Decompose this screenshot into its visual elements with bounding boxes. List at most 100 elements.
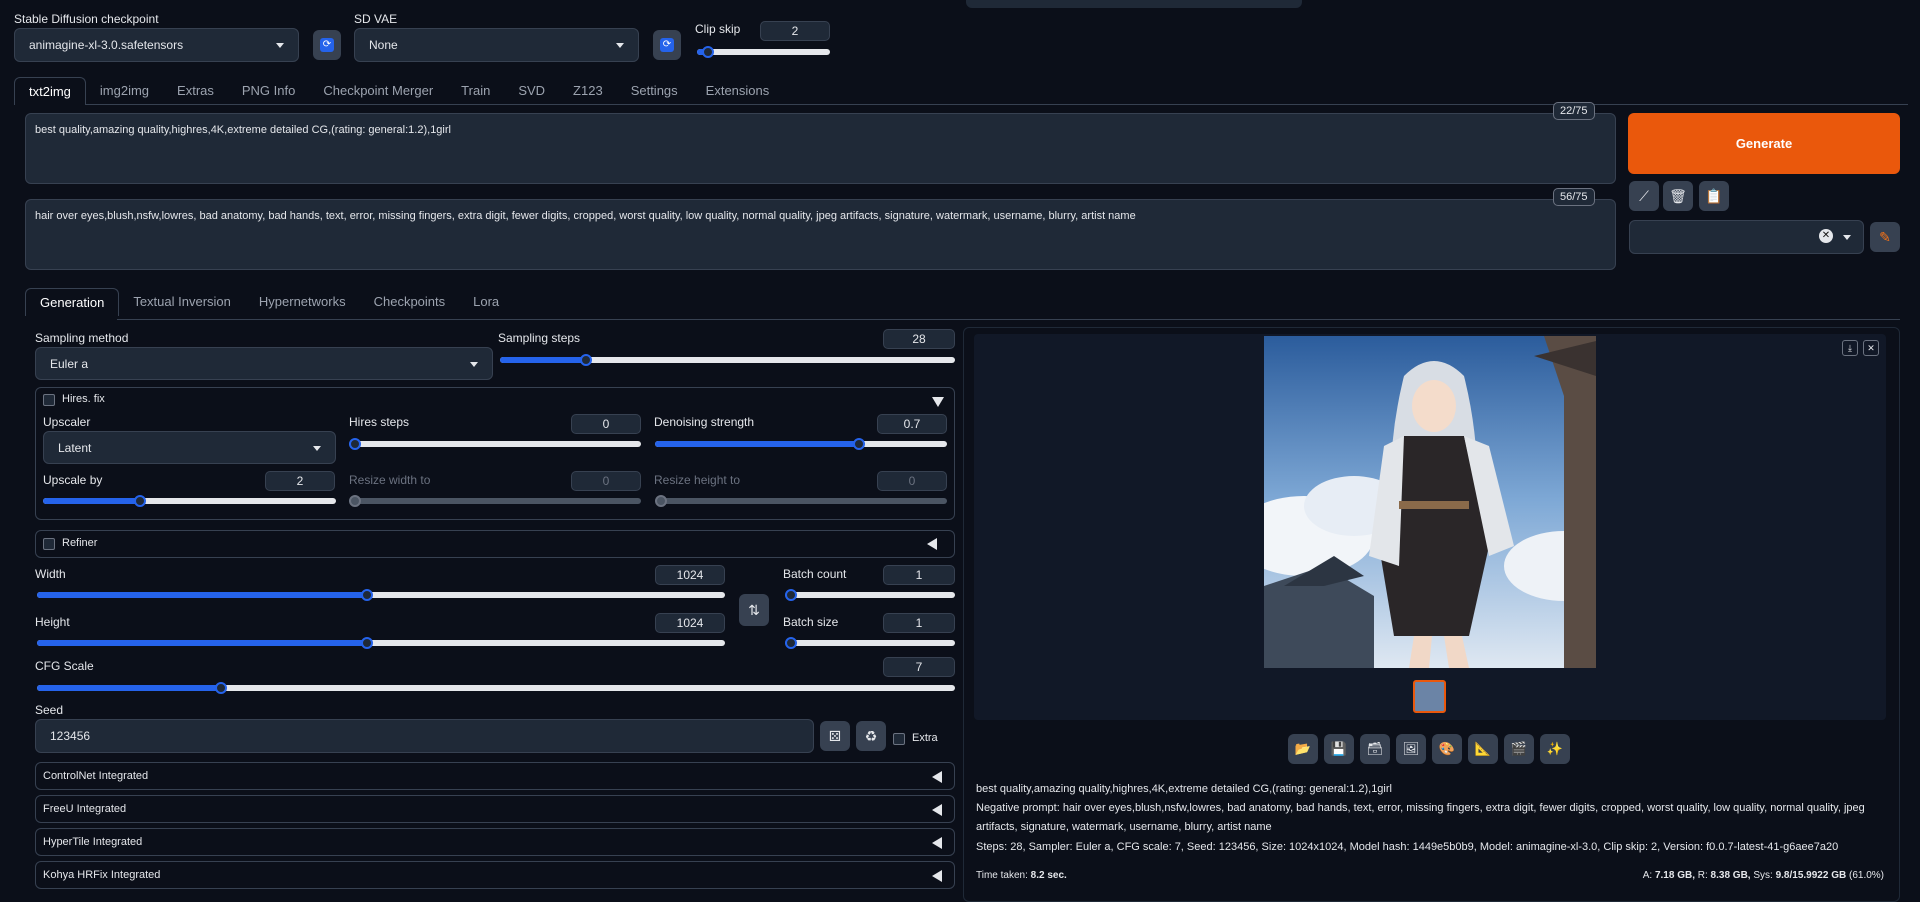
hires-steps-input[interactable]: 0 [571, 414, 641, 434]
time-value: 8.2 sec. [1030, 870, 1067, 881]
tab-settings[interactable]: Settings [617, 77, 692, 105]
sampling-steps-input[interactable]: 28 [883, 329, 955, 349]
extra-seed-label: Extra [912, 732, 938, 744]
refresh-icon: ⟳ [320, 38, 334, 52]
expand-icon[interactable] [927, 538, 937, 550]
width-input[interactable]: 1024 [655, 565, 725, 585]
memory-usage: A: 7.18 GB, R: 8.38 GB, Sys: 9.8/15.9922… [1643, 870, 1884, 881]
clear-prompt-button[interactable]: 🗑 [1663, 181, 1693, 211]
accordion-hypertile-integrated[interactable]: HyperTile Integrated [35, 828, 955, 856]
generate-button[interactable]: Generate [1628, 113, 1900, 174]
info-params: Steps: 28, Sampler: Euler a, CFG scale: … [976, 841, 1839, 853]
batch-count-label: Batch count [783, 567, 847, 581]
swap-dimensions-button[interactable]: ⇅ [739, 594, 769, 626]
apply-styles-button[interactable]: ⟋ [1629, 181, 1659, 211]
upscaler-dropdown[interactable]: Latent [43, 431, 336, 464]
tab-png-info[interactable]: PNG Info [228, 77, 309, 105]
tab-svd[interactable]: SVD [504, 77, 559, 105]
accordion-label: FreeU Integrated [43, 803, 127, 815]
send-to-img2img-button[interactable]: 🖼 [1396, 734, 1426, 764]
mem-a-value: 7.18 GB, [1654, 870, 1695, 881]
refresh-vae-button[interactable]: ⟳ [653, 30, 681, 60]
batch-size-input[interactable]: 1 [883, 613, 955, 633]
pencil-icon: ⟋ [1639, 187, 1649, 204]
batch-count-slider[interactable] [785, 589, 955, 601]
tab-train[interactable]: Train [447, 77, 504, 105]
send-to-inpaint-button[interactable]: 🎨 [1432, 734, 1462, 764]
upscale-by-slider[interactable] [43, 495, 336, 507]
gallery-thumbnail[interactable] [1413, 680, 1446, 713]
accordion-controlnet-integrated[interactable]: ControlNet Integrated [35, 762, 955, 790]
height-input[interactable]: 1024 [655, 613, 725, 633]
zip-button[interactable]: 🗃 [1360, 734, 1390, 764]
seed-input[interactable]: 123456 [35, 719, 814, 753]
clip-skip-input[interactable]: 2 [760, 21, 830, 41]
subtab-lora[interactable]: Lora [459, 288, 513, 316]
open-folder-button[interactable]: 📂 [1288, 734, 1318, 764]
tab-extras[interactable]: Extras [163, 77, 228, 105]
denoising-slider[interactable] [655, 438, 947, 450]
sampling-steps-label: Sampling steps [498, 331, 581, 345]
vae-dropdown[interactable]: None [354, 28, 639, 62]
width-label: Width [35, 567, 66, 581]
subtab-checkpoints[interactable]: Checkpoints [360, 288, 460, 316]
refiner-checkbox[interactable] [43, 538, 55, 550]
tab-img2img[interactable]: img2img [86, 77, 163, 105]
tab-txt2img[interactable]: txt2img [14, 77, 86, 105]
resize-height-input[interactable]: 0 [877, 471, 947, 491]
denoising-input[interactable]: 0.7 [877, 414, 947, 434]
width-slider[interactable] [37, 589, 725, 601]
mem-sys-label: Sys: [1753, 870, 1773, 881]
collapse-icon[interactable] [932, 397, 944, 407]
hires-steps-label: Hires steps [349, 415, 410, 429]
accordion-kohya-hrfix-integrated[interactable]: Kohya HRFix Integrated [35, 861, 955, 889]
paste-button[interactable]: 📋 [1699, 181, 1729, 211]
resize-width-input[interactable]: 0 [571, 471, 641, 491]
random-seed-button[interactable]: ⚄ [820, 721, 850, 751]
download-icon[interactable]: ⤓ [1842, 340, 1858, 356]
subtab-generation[interactable]: Generation [25, 288, 120, 316]
cfg-scale-input[interactable]: 7 [883, 657, 955, 677]
clear-icon[interactable]: ✕ [1819, 229, 1833, 243]
batch-count-input[interactable]: 1 [883, 565, 955, 585]
positive-prompt-input[interactable]: best quality,amazing quality,highres,4K,… [25, 113, 1616, 184]
resize-width-slider[interactable] [349, 495, 641, 507]
subtab-hypernetworks[interactable]: Hypernetworks [245, 288, 360, 316]
negative-prompt-input[interactable]: hair over eyes,blush,nsfw,lowres, bad an… [25, 199, 1616, 270]
palette-icon: 🎨 [1438, 741, 1456, 756]
subtab-textual-inversion[interactable]: Textual Inversion [119, 288, 245, 316]
info-negative: Negative prompt: hair over eyes,blush,ns… [976, 802, 1865, 833]
hires-steps-slider[interactable] [349, 438, 641, 450]
upscaler-label: Upscaler [43, 415, 91, 429]
expand-icon [932, 804, 942, 816]
checkpoint-dropdown[interactable]: animagine-xl-3.0.safetensors [14, 28, 299, 62]
save-button[interactable]: 💾 [1324, 734, 1354, 764]
edit-styles-button[interactable]: ✎ [1870, 222, 1900, 252]
generated-image[interactable] [1264, 336, 1596, 668]
ruler-icon: 📐 [1474, 741, 1492, 756]
tab-z123[interactable]: Z123 [559, 77, 617, 105]
send-to-svd-button[interactable]: 🎬 [1504, 734, 1534, 764]
extra-seed-checkbox[interactable] [893, 733, 905, 745]
tab-extensions[interactable]: Extensions [692, 77, 784, 105]
resize-height-slider[interactable] [655, 495, 947, 507]
close-icon[interactable]: ✕ [1863, 340, 1879, 356]
reuse-seed-button[interactable]: ♻ [856, 721, 886, 751]
clip-skip-slider[interactable] [697, 46, 830, 58]
styles-dropdown[interactable]: ✕ [1629, 220, 1864, 254]
sampling-steps-slider[interactable] [500, 354, 955, 366]
clip-skip-label: Clip skip [695, 22, 741, 36]
accordion-freeu-integrated[interactable]: FreeU Integrated [35, 795, 955, 823]
height-slider[interactable] [37, 637, 725, 649]
height-label: Height [35, 615, 70, 629]
send-to-extras-button[interactable]: 📐 [1468, 734, 1498, 764]
tab-checkpoint-merger[interactable]: Checkpoint Merger [309, 77, 447, 105]
refresh-checkpoint-button[interactable]: ⟳ [313, 30, 341, 60]
upscale-by-input[interactable]: 2 [265, 471, 335, 491]
hires-fix-checkbox[interactable] [43, 394, 55, 406]
upscale-button[interactable]: ✨ [1540, 734, 1570, 764]
batch-size-slider[interactable] [785, 637, 955, 649]
sub-tabs: Generation Textual Inversion Hypernetworks… [25, 288, 513, 316]
cfg-scale-slider[interactable] [37, 682, 955, 694]
sampling-method-dropdown[interactable]: Euler a [35, 347, 493, 380]
